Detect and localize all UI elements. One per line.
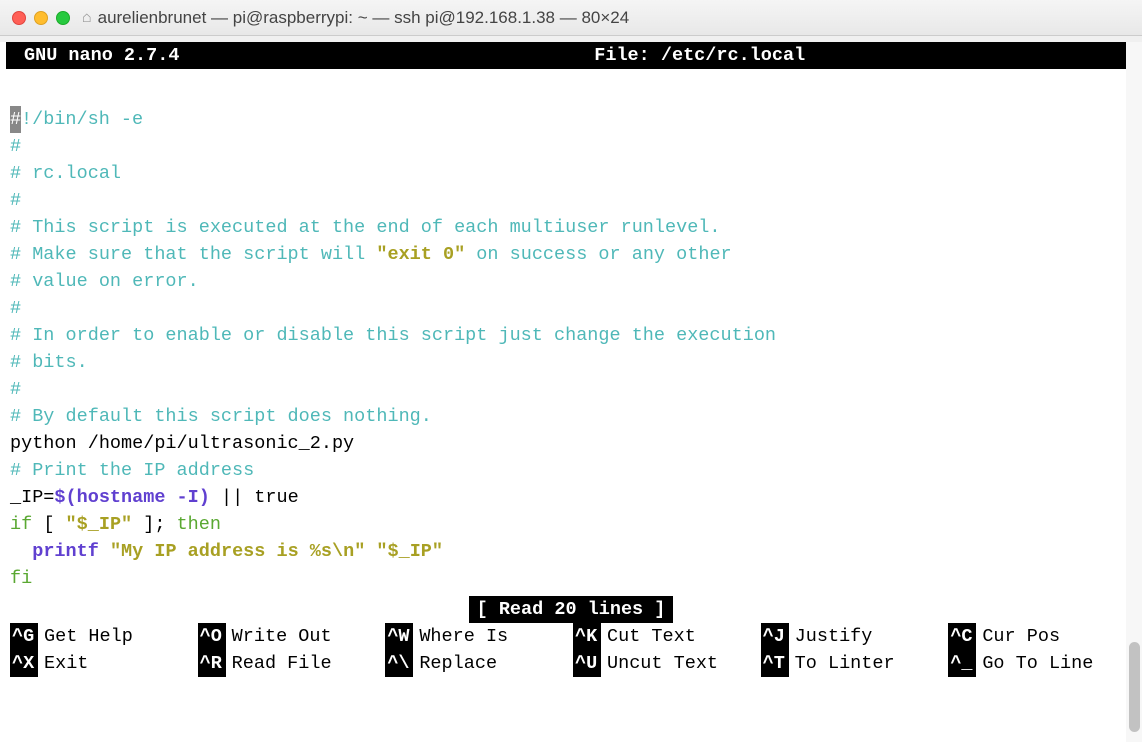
code-line: $(hostname -I) xyxy=(54,487,209,508)
shortcut-cur-pos[interactable]: ^CCur Pos xyxy=(948,623,1132,650)
window-title: aurelienbrunet — pi@raspberrypi: ~ — ssh… xyxy=(98,8,630,28)
shortcut-uncut-text[interactable]: ^UUncut Text xyxy=(573,650,757,677)
code-line: # Print the IP address xyxy=(10,460,254,481)
code-line: printf xyxy=(32,541,99,562)
shortcut-write-out[interactable]: ^OWrite Out xyxy=(198,623,382,650)
shortcut-key: ^K xyxy=(573,623,601,650)
shortcut-key: ^O xyxy=(198,623,226,650)
shortcut-key: ^J xyxy=(761,623,789,650)
code-line xyxy=(10,541,32,562)
shortcut-label: Write Out xyxy=(232,623,332,650)
shortcut-key: ^W xyxy=(385,623,413,650)
code-line xyxy=(99,541,110,562)
shortcut-read-file[interactable]: ^RRead File xyxy=(198,650,382,677)
code-line: # By default this script does nothing. xyxy=(10,406,432,427)
nano-status-text: [ Read 20 lines ] xyxy=(469,596,674,623)
nano-shortcuts: ^GGet Help ^OWrite Out ^WWhere Is ^KCut … xyxy=(0,623,1142,677)
minimize-window-button[interactable] xyxy=(34,11,48,25)
shortcut-justify[interactable]: ^JJustify xyxy=(761,623,945,650)
traffic-lights xyxy=(12,11,70,25)
shortcut-key: ^U xyxy=(573,650,601,677)
code-line: if xyxy=(10,514,32,535)
nano-app-name: GNU nano 2.7.4 xyxy=(12,42,179,69)
shortcut-label: Go To Line xyxy=(982,650,1093,677)
shortcut-key: ^X xyxy=(10,650,38,677)
shortcut-label: Replace xyxy=(419,650,497,677)
code-line: _IP= xyxy=(10,487,54,508)
scrollbar-thumb[interactable] xyxy=(1129,642,1140,732)
maximize-window-button[interactable] xyxy=(56,11,70,25)
shortcut-to-linter[interactable]: ^TTo Linter xyxy=(761,650,945,677)
code-line: "exit 0" xyxy=(376,244,465,265)
nano-file-label: File: /etc/rc.local xyxy=(179,42,1130,69)
shortcut-key: ^G xyxy=(10,623,38,650)
editor-content[interactable]: #!/bin/sh -e # # rc.local # # This scrip… xyxy=(0,69,1142,592)
code-line: # xyxy=(10,136,21,157)
cursor: # xyxy=(10,106,21,133)
window-titlebar: ⌂ aurelienbrunet — pi@raspberrypi: ~ — s… xyxy=(0,0,1142,36)
code-line: # In order to enable or disable this scr… xyxy=(10,325,776,346)
code-line: python /home/pi/ultrasonic_2.py xyxy=(10,433,354,454)
shortcut-key: ^C xyxy=(948,623,976,650)
code-line: [ xyxy=(32,514,65,535)
shortcut-key: ^T xyxy=(761,650,789,677)
code-line: "$_IP" xyxy=(66,514,133,535)
code-line: # Make sure that the script will xyxy=(10,244,376,265)
code-line: fi xyxy=(10,568,32,589)
nano-status-line: [ Read 20 lines ] xyxy=(0,596,1142,623)
shortcut-label: Justify xyxy=(795,623,873,650)
terminal-area[interactable]: GNU nano 2.7.4 File: /etc/rc.local #!/bi… xyxy=(0,42,1142,742)
shortcut-label: Get Help xyxy=(44,623,133,650)
code-line: # value on error. xyxy=(10,271,199,292)
code-line: # xyxy=(10,190,21,211)
shortcut-label: Where Is xyxy=(419,623,508,650)
scrollbar[interactable] xyxy=(1126,42,1142,742)
code-line: !/bin/sh -e xyxy=(21,109,143,130)
shortcut-where-is[interactable]: ^WWhere Is xyxy=(385,623,569,650)
shortcut-label: To Linter xyxy=(795,650,895,677)
shortcut-go-to-line[interactable]: ^_Go To Line xyxy=(948,650,1132,677)
code-line: # xyxy=(10,379,21,400)
shortcut-exit[interactable]: ^XExit xyxy=(10,650,194,677)
shortcut-label: Uncut Text xyxy=(607,650,718,677)
shortcut-key: ^\ xyxy=(385,650,413,677)
code-line: # xyxy=(10,298,21,319)
shortcut-key: ^_ xyxy=(948,650,976,677)
shortcut-label: Exit xyxy=(44,650,88,677)
shortcut-label: Cut Text xyxy=(607,623,696,650)
shortcut-get-help[interactable]: ^GGet Help xyxy=(10,623,194,650)
shortcut-label: Cur Pos xyxy=(982,623,1060,650)
code-line: on success or any other xyxy=(465,244,731,265)
shortcut-cut-text[interactable]: ^KCut Text xyxy=(573,623,757,650)
shortcut-replace[interactable]: ^\Replace xyxy=(385,650,569,677)
code-line: # This script is executed at the end of … xyxy=(10,217,721,238)
close-window-button[interactable] xyxy=(12,11,26,25)
code-line: "My IP address is %s\n" "$_IP" xyxy=(110,541,443,562)
shortcut-key: ^R xyxy=(198,650,226,677)
shortcut-label: Read File xyxy=(232,650,332,677)
code-line: || true xyxy=(210,487,299,508)
code-line: # bits. xyxy=(10,352,88,373)
code-line: ]; xyxy=(132,514,176,535)
home-icon: ⌂ xyxy=(82,9,92,27)
nano-header: GNU nano 2.7.4 File: /etc/rc.local xyxy=(6,42,1136,69)
code-line: then xyxy=(177,514,221,535)
code-line: # rc.local xyxy=(10,163,121,184)
